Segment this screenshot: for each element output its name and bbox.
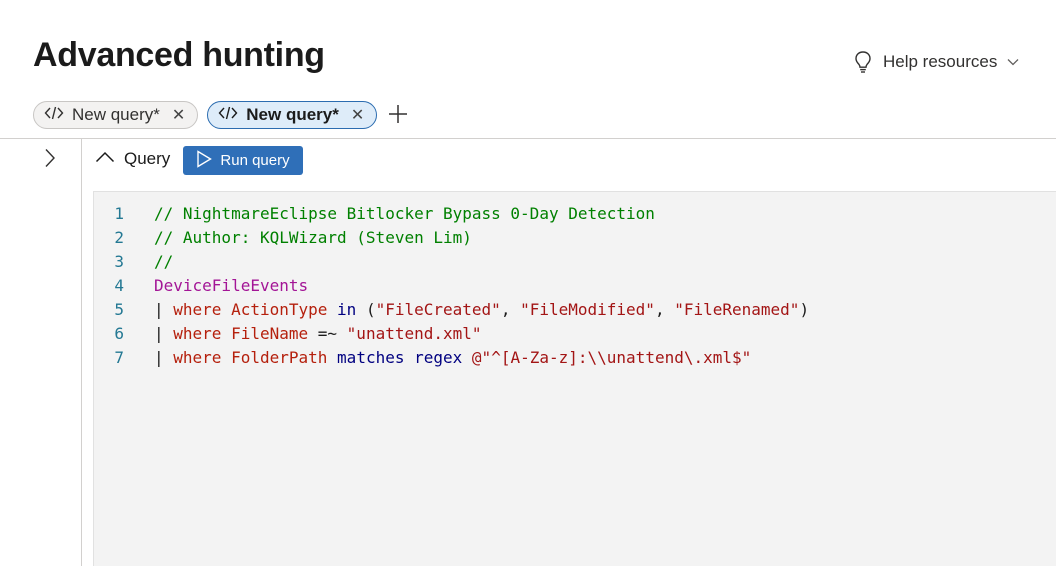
tab-label: New query* (72, 105, 160, 124)
page-title: Advanced hunting (33, 36, 325, 74)
code-token-str: "unattend.xml" (346, 323, 482, 343)
code-line[interactable]: 3 // (94, 249, 173, 273)
line-number: 5 (114, 299, 124, 319)
code-token-str: "FileRenamed" (674, 299, 800, 319)
code-line[interactable]: 1 // NightmareEclipse Bitlocker Bypass 0-… (94, 201, 655, 225)
code-text: | where FileName =~ "unattend.xml" (154, 324, 482, 343)
code-token-str: "FileModified" (520, 299, 655, 319)
line-number: 1 (114, 203, 124, 223)
code-line[interactable]: 7 | where FolderPath matches regex @"^[A-… (94, 345, 751, 369)
line-number: 2 (114, 227, 124, 247)
code-line[interactable]: 2 // Author: KQLWizard (Steven Lim) (94, 225, 472, 249)
line-number: 7 (114, 347, 124, 367)
tab-label: New query* (246, 105, 339, 124)
help-resources-button[interactable]: Help resources (853, 50, 1019, 74)
code-line[interactable]: 4 DeviceFileEvents (94, 273, 308, 297)
tab-new-query-1[interactable]: New query* ✕ (33, 101, 199, 129)
code-token-col: FolderPath (231, 347, 328, 367)
code-token-kw: where (173, 323, 222, 343)
code-token-plain: ( (356, 299, 376, 319)
code-line[interactable]: 6 | where FileName =~ "unattend.xml" (94, 321, 481, 345)
code-token-plain: ) (799, 299, 810, 319)
query-section-toggle[interactable]: Query (95, 149, 170, 169)
code-token-pipe: | (154, 299, 174, 319)
code-text: DeviceFileEvents (154, 276, 308, 295)
code-text: | where ActionType in ("FileCreated", "F… (154, 300, 809, 319)
code-icon (218, 105, 238, 126)
code-token-plain: , (500, 299, 521, 319)
line-number: 3 (114, 251, 124, 271)
code-token-str: "FileCreated" (375, 299, 501, 319)
run-query-label: Run query (220, 152, 290, 169)
code-token-plain: =~ (308, 323, 347, 343)
code-token-str: @"^[A-Za-z]:\\unattend\.xml$" (471, 347, 752, 367)
code-text: // (154, 252, 173, 271)
code-token-pipe: | (154, 347, 174, 367)
code-token-comment: // (154, 251, 174, 271)
chevron-up-icon (95, 150, 115, 168)
code-token-col: FileName (231, 323, 309, 343)
tabs-divider (0, 138, 1056, 139)
tab-new-query-2[interactable]: New query* ✕ (207, 101, 378, 129)
advanced-hunting-page: Advanced hunting Help resources New quer… (0, 0, 1056, 566)
query-label: Query (124, 149, 171, 168)
code-text: // Author: KQLWizard (Steven Lim) (154, 228, 472, 247)
code-line[interactable]: 5 | where ActionType in ("FileCreated", "… (94, 297, 809, 321)
line-number: 4 (114, 275, 124, 295)
code-token-op: matches regex (337, 347, 463, 367)
chevron-down-icon (1007, 58, 1019, 66)
side-rail-divider (81, 139, 82, 566)
code-token-kw: where (173, 299, 222, 319)
code-token-comment: // Author: KQLWizard (Steven Lim) (154, 227, 472, 247)
code-token-pipe: | (154, 323, 174, 343)
run-query-button[interactable]: Run query (183, 146, 303, 175)
code-text: // NightmareEclipse Bitlocker Bypass 0-D… (154, 204, 655, 223)
close-icon[interactable]: ✕ (172, 105, 185, 125)
add-tab-icon[interactable] (388, 101, 408, 129)
help-resources-label: Help resources (883, 52, 998, 71)
close-icon[interactable]: ✕ (351, 105, 364, 125)
lightbulb-icon (853, 50, 873, 74)
code-token-op: in (337, 299, 357, 319)
code-token-kw: where (173, 347, 222, 367)
query-editor[interactable]: 1 // NightmareEclipse Bitlocker Bypass 0-… (93, 191, 1056, 566)
chevron-right-icon[interactable] (44, 148, 56, 173)
code-token-plain: , (654, 299, 675, 319)
play-icon (196, 149, 213, 172)
code-token-col: ActionType (231, 299, 328, 319)
query-tabs: New query* ✕ New query* ✕ (33, 101, 408, 129)
code-text: | where FolderPath matches regex @"^[A-Z… (154, 348, 751, 367)
code-token-table: DeviceFileEvents (154, 275, 309, 295)
line-number: 6 (114, 323, 124, 343)
code-token-comment: // NightmareEclipse Bitlocker Bypass 0-D… (154, 203, 655, 223)
code-icon (44, 105, 64, 126)
